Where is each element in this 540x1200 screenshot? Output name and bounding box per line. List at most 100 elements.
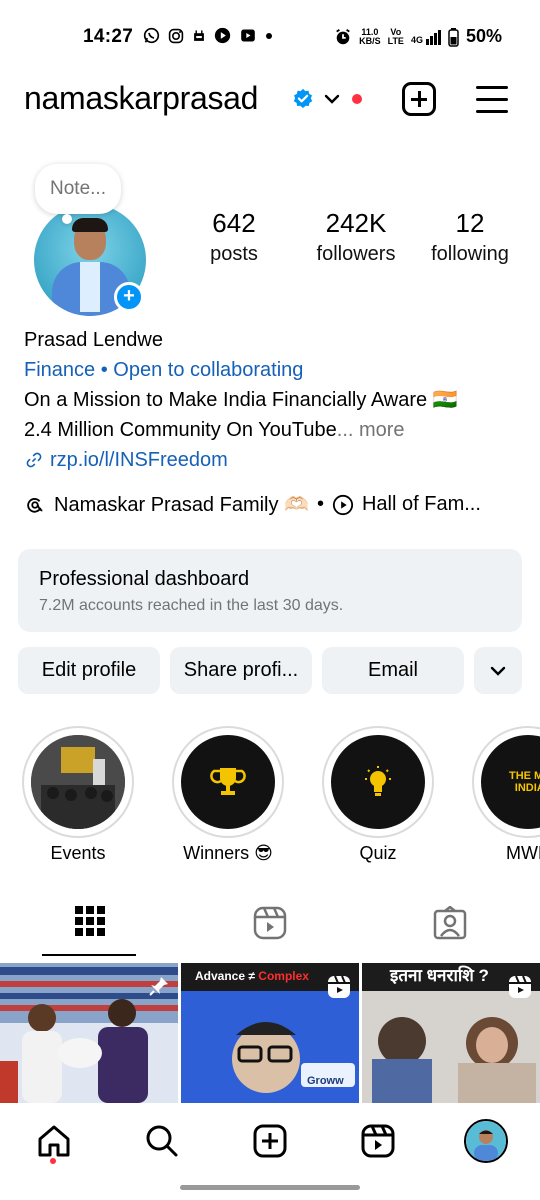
username-switcher[interactable]: namaskarprasad [24, 80, 258, 117]
status-right: 11.0 KB/S Vo LTE 4G 50% [334, 26, 502, 47]
post-tile[interactable]: इतना धनराशि ? [362, 963, 540, 1103]
chevron-down-icon [490, 666, 506, 676]
add-story-plus-icon[interactable]: + [114, 282, 144, 312]
share-profile-button[interactable]: Share profi... [170, 647, 312, 694]
highlight-cover [181, 735, 275, 829]
create-icon [253, 1124, 287, 1158]
link-icon [26, 452, 42, 468]
mwe-cover-text: THE ME INDIA [509, 770, 540, 794]
profile-action-buttons: Edit profile Share profi... Email [18, 647, 522, 694]
highlight-quiz[interactable]: Quiz [322, 726, 434, 865]
post-tile[interactable]: Advance ≠ Complex Groww [181, 963, 359, 1103]
posts-grid: Advance ≠ Complex Groww इतना धनराशि ? [0, 963, 540, 1103]
highlight-ring [322, 726, 434, 838]
profile-links-row: Namaskar Prasad Family 🫶🏻 • Hall of Fam.… [24, 492, 524, 517]
profile-stats: 642 posts 242K followers 12 following [190, 206, 520, 268]
home-icon [38, 1125, 70, 1157]
home-indicator [180, 1185, 360, 1190]
note-bubble[interactable]: Note... [35, 164, 121, 214]
hall-of-fame-label[interactable]: Hall of Fam... [362, 493, 481, 516]
tab-tagged[interactable] [360, 896, 540, 960]
event-photo [31, 735, 125, 829]
professional-dashboard[interactable]: Professional dashboard 7.2M accounts rea… [18, 549, 522, 632]
instagram-icon [168, 28, 184, 43]
highlight-label: Quiz [359, 843, 397, 863]
status-bar: 14:27 11.0 KB/S Vo LTE 4G 50% [0, 0, 540, 72]
bio-more-link[interactable]: ... more [337, 419, 405, 441]
threads-label[interactable]: Namaskar Prasad Family 🫶🏻 [54, 492, 309, 517]
threads-icon [27, 497, 43, 513]
bio-link[interactable]: rzp.io/l/INSFreedom [24, 445, 520, 475]
nav-home[interactable] [34, 1121, 74, 1161]
status-app-icons [143, 27, 273, 44]
mwe-cover: THE ME INDIA [481, 735, 540, 829]
nav-profile[interactable] [464, 1119, 508, 1163]
highlight-ring [22, 726, 134, 838]
menu-line [476, 86, 508, 89]
bottom-navigation [0, 1103, 540, 1200]
highlight-winners[interactable]: Winners 😎 [172, 726, 284, 865]
email-button[interactable]: Email [322, 647, 464, 694]
more-options-button[interactable] [474, 647, 522, 694]
dashboard-title: Professional dashboard [39, 568, 250, 590]
status-time: 14:27 [83, 26, 134, 47]
reels-icon [253, 906, 287, 940]
lightbulb-icon [365, 766, 391, 796]
more-dot-icon [266, 32, 272, 39]
post-caption: इतना धनराशि ? [390, 966, 489, 985]
collab-label[interactable]: Open to collaborating [113, 359, 303, 381]
volte-indicator: Vo LTE [387, 26, 404, 46]
create-button[interactable] [402, 82, 436, 116]
profile-tabs [0, 896, 540, 960]
alarm-icon [336, 28, 350, 44]
play-circle-icon [214, 27, 231, 44]
links-separator: • [316, 493, 324, 515]
home-notification-dot [50, 1158, 56, 1164]
highlight-events[interactable]: Events [22, 726, 134, 865]
tagged-icon [433, 906, 467, 940]
note-bubble-tail [62, 214, 72, 224]
stat-posts[interactable]: 642 posts [190, 206, 278, 268]
reel-icon [509, 975, 531, 998]
highlight-label: MWE [506, 843, 540, 863]
menu-button[interactable] [476, 84, 508, 114]
category-label[interactable]: Finance [24, 359, 95, 381]
calendar-icon [194, 29, 204, 41]
stat-following[interactable]: 12 following [420, 206, 520, 268]
reels-icon [361, 1124, 395, 1158]
avatar-shirt [80, 262, 100, 312]
signal-icon [425, 29, 441, 45]
net-speed: 11.0 KB/S [359, 26, 381, 46]
highlight-ring: THE ME INDIA [472, 726, 540, 838]
event-photo-scene [31, 735, 125, 829]
pinned-icon [149, 977, 168, 996]
profile-header: namaskarprasad [24, 78, 520, 124]
nav-reels[interactable] [358, 1121, 398, 1161]
reel-icon [328, 975, 350, 998]
bio-link-text: rzp.io/l/INSFreedom [50, 449, 228, 471]
bio-line-2: 2.4 Million Community On YouTube... more [24, 415, 520, 445]
notification-dot [352, 94, 362, 104]
tab-reels[interactable] [180, 896, 360, 960]
bio-line-2-text: 2.4 Million Community On YouTube [24, 419, 337, 441]
tab-posts-grid[interactable] [0, 896, 180, 960]
stat-followers[interactable]: 242K followers [286, 206, 426, 268]
profile-avatar[interactable]: + [34, 204, 146, 316]
nav-create[interactable] [250, 1121, 290, 1161]
highlight-mwe[interactable]: THE ME INDIA MWE [472, 726, 540, 865]
nav-search[interactable] [142, 1121, 182, 1161]
network-indicator: 4G [411, 29, 441, 45]
display-name: Prasad Lendwe [24, 329, 163, 351]
post-tile[interactable] [0, 963, 178, 1103]
category-separator: • [95, 359, 114, 381]
active-tab-indicator [42, 954, 136, 956]
category-line: Finance • Open to collaborating [24, 355, 520, 385]
post-badge: Groww [307, 1075, 344, 1087]
edit-profile-button[interactable]: Edit profile [18, 647, 160, 694]
dashboard-subtitle: 7.2M accounts reached in the last 30 day… [39, 597, 344, 614]
highlight-ring [172, 726, 284, 838]
profile-bio: Prasad Lendwe Finance • Open to collabor… [24, 325, 520, 475]
chevron-down-icon[interactable] [323, 90, 341, 108]
search-icon [146, 1125, 178, 1157]
menu-line [476, 98, 508, 101]
